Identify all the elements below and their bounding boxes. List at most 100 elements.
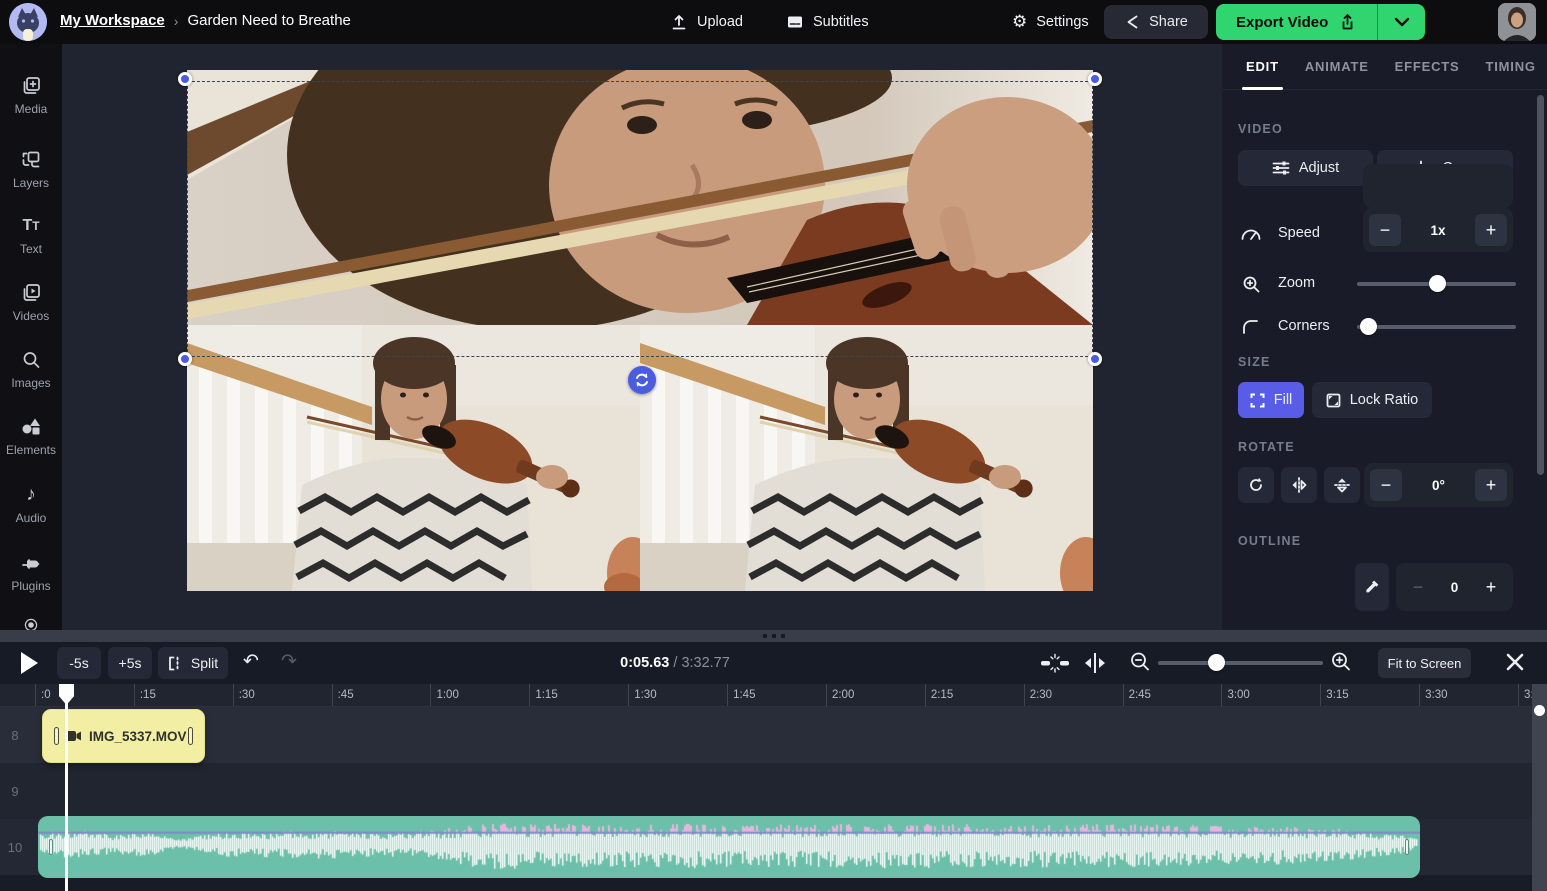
audio-trim-handle-right[interactable] [1405,839,1409,855]
split-button[interactable]: Split [158,647,228,679]
ruler-tick: :15 [134,684,156,707]
timeline-zoom-in-button[interactable] [1330,651,1352,673]
lock-ratio-button[interactable]: Lock Ratio [1312,382,1432,418]
tab-timing[interactable]: TIMING [1486,44,1536,90]
selection-handle-top-right[interactable] [1088,72,1102,86]
timeline-toolbar: -5s +5s Split ↶ ↷ 0:05.63 / 3:32.77 [0,642,1547,684]
fit-to-screen-button[interactable]: Fit to Screen [1378,648,1471,678]
back-5s-button[interactable]: -5s [57,647,101,679]
timeline-scrollbar[interactable] [1532,684,1547,891]
speed-stepper [1363,164,1513,208]
redo-button[interactable]: ↷ [281,650,297,673]
split-icon [168,656,183,671]
outline-width-increase-button[interactable]: + [1475,571,1507,603]
user-avatar[interactable] [1498,3,1536,41]
flip-horizontal-icon [1291,477,1307,493]
track-row-9[interactable] [0,763,1547,819]
share-icon [1124,14,1140,30]
selection-handle-top-left[interactable] [178,72,192,86]
share-button[interactable]: Share [1104,5,1208,39]
export-options-caret-button[interactable] [1377,4,1425,40]
rotate-increase-button[interactable]: + [1475,469,1507,501]
clip-trim-handle-right[interactable] [188,727,193,745]
video-layer-bottom-left[interactable] [187,325,640,591]
tab-edit[interactable]: EDIT [1246,44,1279,90]
clip-trim-handle-left[interactable] [54,727,59,745]
outline-section-title: OUTLINE [1238,534,1301,548]
timeline-ruler[interactable]: :0:15:30:451:001:151:301:452:002:152:302… [0,684,1547,707]
export-video-button[interactable]: Export Video [1216,4,1377,40]
selection-handle-bottom-right[interactable] [1088,352,1102,366]
expand-tracks-button[interactable] [1082,651,1108,675]
corners-slider[interactable] [1357,318,1516,336]
timeline-audio-clip[interactable] [38,816,1420,878]
timeline-zoom-thumb[interactable] [1208,654,1225,671]
corners-slider-thumb[interactable] [1360,318,1377,335]
ruler-tick: 1:45 [727,684,755,707]
export-icon [1338,13,1357,32]
zoom-slider-thumb[interactable] [1429,275,1446,292]
close-timeline-button[interactable] [1504,651,1526,673]
rotate-decrease-button[interactable]: − [1370,469,1402,501]
ruler-tick: 1:15 [529,684,557,707]
subtitles-button[interactable]: Subtitles [786,0,869,44]
eyedropper-button[interactable] [1355,563,1389,611]
upload-button[interactable]: Upload [670,0,743,44]
snap-toggle-button[interactable] [1040,653,1070,673]
close-icon [1504,651,1526,673]
zoom-label: Zoom [1278,275,1315,291]
sidebar-item-images[interactable]: Images [0,348,62,390]
kapwing-logo-icon[interactable] [9,3,47,41]
split-label: Split [191,655,218,671]
play-button[interactable] [21,652,38,674]
timeline-scrollbar-knob[interactable] [1534,705,1545,716]
flip-vertical-button[interactable] [1324,467,1360,503]
project-title[interactable]: Garden Need to Breathe [187,12,350,29]
audio-trim-handle-left[interactable] [49,839,53,855]
sidebar-item-audio[interactable]: ♪ Audio [0,483,62,525]
settings-label: Settings [1036,14,1088,30]
video-frame-wide-right [640,325,1093,591]
breadcrumb-workspace-link[interactable]: My Workspace [60,12,165,29]
sidebar-item-media[interactable]: Media [0,74,62,116]
fill-button[interactable]: Fill [1238,382,1304,418]
speed-label: Speed [1278,225,1320,241]
video-play-icon [0,281,62,305]
adjust-button[interactable]: Adjust [1238,150,1373,186]
video-frame-wide-left [187,325,640,591]
sidebar-item-videos[interactable]: Videos [0,281,62,323]
music-note-icon: ♪ [0,483,62,507]
outline-width-decrease-button[interactable]: − [1402,571,1434,603]
video-layer-bottom-right[interactable] [640,325,1093,591]
tab-effects[interactable]: EFFECTS [1395,44,1460,90]
speed-decrease-button[interactable]: − [1369,214,1401,246]
rotate-90-button[interactable] [1238,467,1274,503]
timeline-zoom-slider[interactable] [1158,654,1323,672]
undo-button[interactable]: ↶ [243,650,259,673]
speed-increase-button[interactable]: + [1475,214,1507,246]
lock-ratio-icon [1326,393,1341,408]
selection-handle-bottom-left[interactable] [178,352,192,366]
zoom-slider[interactable] [1357,275,1516,293]
sidebar-item-plugins[interactable]: Plugins [0,551,62,593]
timeline-zoom-out-button[interactable] [1129,651,1151,673]
speed-value: 1x [1430,223,1445,238]
sidebar-item-elements[interactable]: Elements [0,415,62,457]
zoom-out-icon [1129,651,1151,673]
track-row-8[interactable] [0,707,1547,763]
forward-5s-button[interactable]: +5s [108,647,152,679]
ruler-tick: :0 [35,684,51,707]
flip-horizontal-button[interactable] [1281,467,1317,503]
canvas-stage [62,44,1222,630]
panel-scrollbar[interactable] [1537,95,1544,475]
sidebar-item-layers[interactable]: Layers [0,148,62,190]
media-plus-icon [0,74,62,98]
sidebar-item-text[interactable]: TT Text [0,214,62,256]
rotate-handle[interactable] [628,366,656,394]
current-time: 0:05.63 [620,655,669,671]
video-layer-top[interactable] [187,70,1093,325]
settings-button[interactable]: ⚙ Settings [1012,0,1089,44]
timeline-resize-handle[interactable] [0,630,1547,642]
tab-animate[interactable]: ANIMATE [1305,44,1369,90]
ruler-tick: 3:30 [1419,684,1447,707]
